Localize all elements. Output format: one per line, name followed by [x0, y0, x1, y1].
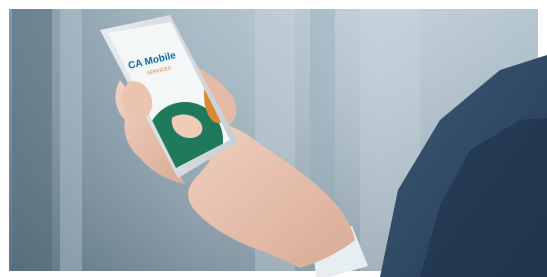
photo: CA Mobile SERVICES [9, 9, 547, 277]
photo-frame: CA Mobile SERVICES [0, 0, 547, 277]
